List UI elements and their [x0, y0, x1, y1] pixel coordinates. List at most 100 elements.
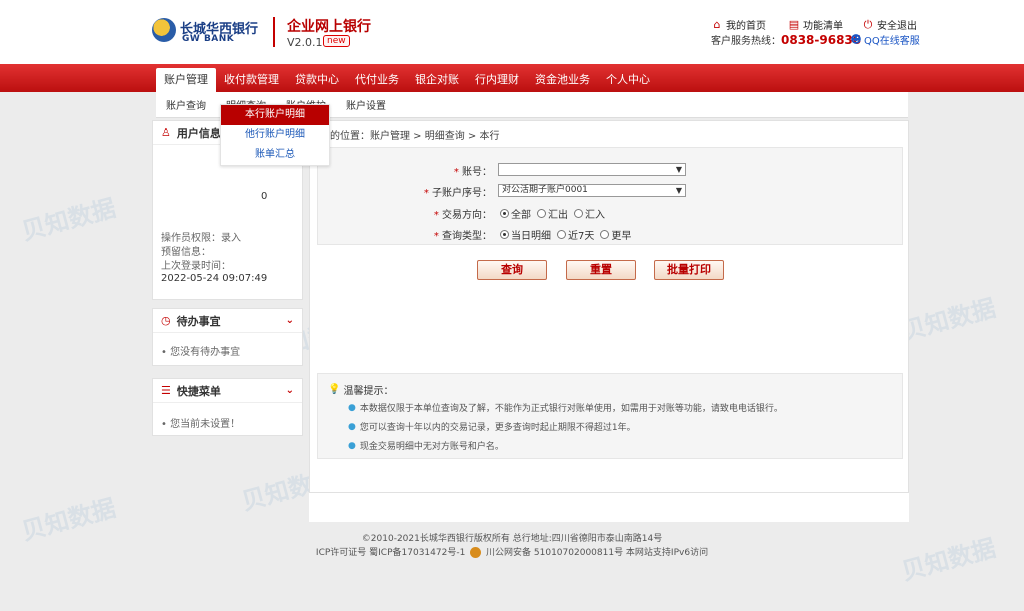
tip-item: ● 您可以查询十年以内的交易记录，更多查询时起止期限不得超过1年。 — [348, 420, 636, 434]
home-link[interactable]: ⌂ 我的首页 — [711, 17, 767, 32]
subnav-account-settings[interactable]: 账户设置 — [336, 97, 396, 112]
header: 长城华西银行 GW BANK 企业网上银行 V2.0.1 new ⌂ 我的首页 … — [0, 0, 1024, 64]
radio-dot — [500, 209, 509, 218]
portal-title: 企业网上银行 — [287, 19, 371, 35]
direction-in-radio[interactable]: 汇入 — [574, 206, 605, 221]
direction-label-text: 交易方向： — [442, 210, 492, 221]
quick-menu-title: 快捷菜单 — [176, 384, 221, 398]
bank-name-en: GW BANK — [182, 34, 235, 44]
tip-bullet-icon: ● — [348, 440, 356, 451]
direction-label: * 交易方向： — [433, 210, 492, 221]
query-form: * 账号： ▼ * 子账户序号： 对公活期子账户0001 ▼ * 交易方向： 全部… — [317, 147, 903, 245]
query-today-label: 当日明细 — [511, 231, 551, 242]
nav-agency-payment[interactable]: 代付业务 — [347, 68, 407, 92]
reserved-info: 预留信息： — [161, 247, 211, 258]
quick-menu-header[interactable]: ☰ 快捷菜单 ⌄ — [153, 379, 302, 403]
query-earlier-label: 更早 — [611, 231, 632, 242]
query-type-label-text: 查询类型： — [442, 231, 492, 242]
user-count: 0 — [261, 191, 268, 202]
watermark: 贝知数据 — [898, 293, 999, 346]
account-select[interactable]: ▼ — [498, 163, 686, 176]
footer-box — [309, 492, 909, 522]
todo-header[interactable]: ◷ 待办事宜 ⌄ — [153, 309, 302, 333]
sub-account-label: * 子账户序号： — [423, 188, 492, 199]
main-navbar: 账户管理 收付款管理 贷款中心 代付业务 银企对账 行内理财 资金池业务 个人中… — [0, 64, 1024, 92]
quick-menu-empty: • 您当前未设置！ — [161, 419, 241, 430]
todo-title: 待办事宜 — [176, 314, 221, 328]
logo-divider — [273, 17, 275, 47]
sub-account-select[interactable]: 对公活期子账户0001 ▼ — [498, 184, 686, 197]
radio-dot — [557, 230, 566, 239]
dropdown-statement-summary[interactable]: 账单汇总 — [221, 145, 329, 165]
last-login-label: 上次登录时间： — [161, 261, 231, 272]
police-text: 川公网安备 51010702000811号 本网站支持IPv6访问 — [486, 548, 709, 558]
hotline-label: 客户服务热线： — [711, 36, 781, 47]
direction-out-radio[interactable]: 汇出 — [537, 206, 568, 221]
detail-query-dropdown: 本行账户明细 他行账户明细 账单汇总 — [220, 104, 330, 166]
nav-loan-center[interactable]: 贷款中心 — [287, 68, 347, 92]
tip-item: ● 本数据仅限于本单位查询及了解，不能作为正式银行对账单使用，如需用于对账等功能，… — [348, 401, 783, 415]
tip-bullet-icon: ● — [348, 402, 356, 413]
query-today-radio[interactable]: 当日明细 — [500, 227, 551, 242]
nav-wealth-management[interactable]: 行内理财 — [467, 68, 527, 92]
lightbulb-icon: 💡 — [328, 384, 341, 395]
tips-box: 💡 温馨提示： ● 本数据仅限于本单位查询及了解，不能作为正式银行对账单使用，如需… — [317, 373, 903, 459]
tip-text: 您可以查询十年以内的交易记录，更多查询时起止期限不得超过1年。 — [359, 423, 636, 433]
todo-panel: ◷ 待办事宜 ⌄ • 您没有待办事宜 — [152, 308, 303, 366]
nav-cash-pool[interactable]: 资金池业务 — [527, 68, 598, 92]
todo-empty: • 您没有待办事宜 — [161, 347, 241, 358]
tip-text: 现金交易明细中无对方账号和户名。 — [359, 442, 504, 452]
nav-account-management[interactable]: 账户管理 — [156, 68, 216, 92]
last-login-time: 2022-05-24 09:07:49 — [161, 273, 268, 284]
dropdown-arrow-icon: ▼ — [675, 186, 682, 195]
copyright: ©2010-2021长城华西银行版权所有 总行地址:四川省德阳市泰山南路14号 — [361, 534, 663, 544]
list-icon: ☰ — [161, 384, 171, 397]
radio-dot — [537, 209, 546, 218]
query-type-radio-group: 当日明细 近7天 更早 — [500, 227, 631, 242]
batch-print-button[interactable]: 批量打印 — [654, 260, 724, 280]
quick-menu-empty-text: 您当前未设置！ — [170, 419, 241, 430]
tip-bullet-icon: ● — [348, 421, 356, 432]
sub-account-select-value: 对公活期子账户0001 — [502, 185, 588, 195]
nav-bank-reconciliation[interactable]: 银企对账 — [407, 68, 467, 92]
query-7days-radio[interactable]: 近7天 — [557, 227, 594, 242]
nav-personal-center[interactable]: 个人中心 — [598, 68, 658, 92]
tips-title-text: 温馨提示： — [343, 386, 394, 397]
icp-line: ICP许可证号 蜀ICP备17031472号-1 川公网安备 510107020… — [0, 545, 1024, 558]
power-icon: ⏻ — [863, 17, 873, 31]
user-info-title: 用户信息 — [176, 126, 221, 140]
reset-button[interactable]: 重置 — [566, 260, 636, 280]
nav-payment-management[interactable]: 收付款管理 — [216, 68, 287, 92]
home-link-label: 我的首页 — [726, 21, 766, 32]
query-type-label: * 查询类型： — [433, 231, 492, 242]
function-list-label: 功能清单 — [803, 21, 843, 32]
query-earlier-radio[interactable]: 更早 — [600, 227, 631, 242]
account-label-text: 账号： — [462, 167, 492, 178]
police-badge-icon — [470, 547, 482, 558]
qq-support-label: QQ在线客服 — [864, 36, 920, 47]
sub-account-label-text: 子账户序号： — [432, 188, 492, 199]
query-button[interactable]: 查询 — [477, 260, 547, 280]
document-icon: ▤ — [788, 17, 800, 31]
main-content: 您的位置：账户管理 > 明细查询 > 本行 * 账号： ▼ * 子账户序号： 对… — [309, 120, 909, 520]
quick-menu-panel: ☰ 快捷菜单 ⌄ • 您当前未设置！ — [152, 378, 303, 436]
nav-items: 账户管理 收付款管理 贷款中心 代付业务 银企对账 行内理财 资金池业务 个人中… — [156, 68, 658, 92]
dropdown-other-bank-detail[interactable]: 他行账户明细 — [221, 125, 329, 145]
chevron-down-icon[interactable]: ⌄ — [286, 385, 294, 396]
account-label: * 账号： — [453, 167, 492, 178]
logout-link[interactable]: ⏻ 安全退出 — [862, 17, 917, 32]
subnav-account-query[interactable]: 账户查询 — [156, 97, 216, 112]
direction-all-radio[interactable]: 全部 — [500, 206, 531, 221]
qq-support-link[interactable]: ☻ QQ在线客服 — [850, 32, 920, 47]
chevron-down-icon[interactable]: ⌄ — [286, 315, 294, 326]
portal-version: V2.0.1 — [287, 36, 323, 49]
dropdown-own-bank-detail[interactable]: 本行账户明细 — [221, 105, 329, 125]
radio-dot — [574, 209, 583, 218]
direction-in-label: 汇入 — [585, 210, 605, 221]
function-list-link[interactable]: ▤ 功能清单 — [788, 17, 843, 32]
tip-item: ● 现金交易明细中无对方账号和户名。 — [348, 439, 504, 453]
radio-dot — [500, 230, 509, 239]
radio-dot — [600, 230, 610, 239]
tips-title: 💡 温馨提示： — [328, 382, 393, 397]
direction-all-label: 全部 — [511, 210, 531, 221]
